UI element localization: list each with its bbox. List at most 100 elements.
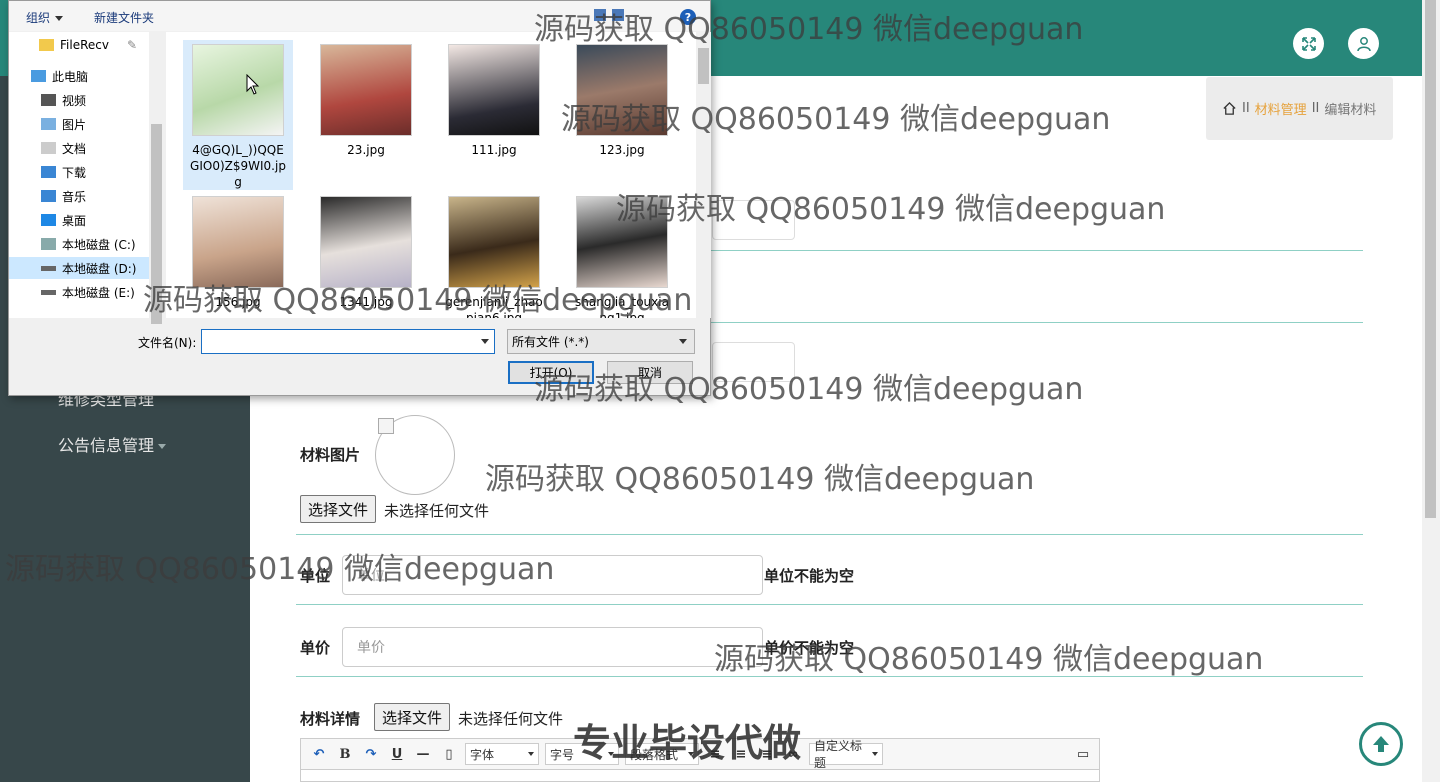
nav-item-drive-d[interactable]: 本地磁盘 (D:) [9,257,149,279]
file-item[interactable]: gerenjianli_zhaopian6.jpg [439,192,549,318]
scrollbar-thumb[interactable] [151,124,162,324]
drive-icon [41,265,56,271]
hidden-input-1[interactable] [712,200,795,240]
rich-editor-toolbar: ↶ B ↷ U — ▯ 字体 字号 段落格式 ≡ ≡ ≡ ∞ 自定义标题 ▭ [300,738,1100,770]
divider [296,534,1363,535]
open-button[interactable]: 打开(O) [508,361,594,384]
font-select[interactable]: 字体 [465,743,539,765]
drive-icon [41,238,56,250]
chevron-down-icon [688,752,694,756]
chevron-down-icon [872,752,878,756]
nav-item-label: 图片 [62,117,87,132]
undo-icon[interactable]: ↶ [309,744,329,764]
nav-item-videos[interactable]: 视频 [41,89,164,111]
image-file-button[interactable]: 选择文件 [300,495,377,523]
underline-icon[interactable]: U [387,744,407,764]
view-icon[interactable] [594,9,606,21]
view-options[interactable] [594,9,624,21]
detail-file-button[interactable]: 选择文件 [374,703,451,731]
image-preview [375,415,455,495]
image-thumbnail [320,196,412,288]
help-icon[interactable]: ? [680,9,696,25]
file-item[interactable]: 4@GQ)L_))QQEGIO0)Z$9WI0.jpg [183,40,293,190]
image-file-status: 未选择任何文件 [384,502,490,520]
link-icon[interactable]: ∞ [783,744,803,764]
unit-input[interactable]: 单位 [342,555,763,595]
music-icon [41,190,56,202]
page-icon[interactable]: ▯ [439,744,459,764]
new-folder-button[interactable]: 新建文件夹 [94,9,154,26]
format-select[interactable]: 段落格式 [625,743,699,765]
file-item[interactable]: shangjia_touxiang1.jpg [567,192,677,318]
page-scrollbar-thumb[interactable] [1425,0,1436,518]
rich-editor-area[interactable] [300,770,1100,782]
redo-icon[interactable]: ↷ [361,744,381,764]
user-button[interactable] [1348,28,1379,59]
nav-item-downloads[interactable]: 下载 [41,161,164,183]
bold-icon[interactable]: B [335,744,355,764]
fullscreen-button[interactable] [1293,28,1324,59]
back-to-top-button[interactable] [1359,722,1403,766]
hidden-input-2[interactable] [712,342,795,382]
file-item[interactable]: 156.jpg [183,192,293,310]
desktop-icon [41,214,56,226]
file-name: 4@GQ)L_))QQEGIO0)Z$9WI0.jpg [190,143,286,189]
preview-icon[interactable]: ▭ [1073,744,1093,764]
title-select[interactable]: 自定义标题 [809,739,883,770]
file-item[interactable]: 123.jpg [567,40,677,158]
price-hint: 单价不能为空 [764,639,855,657]
scrollbar-thumb[interactable] [698,48,709,84]
unit-hint: 单位不能为空 [764,567,855,585]
align-center-icon[interactable]: ≡ [731,744,751,764]
breadcrumb-separator: II [1311,101,1320,116]
organize-menu[interactable]: 组织 [26,9,64,26]
navigation-pane: FileRecv ✎ 此电脑 视频 图片 文档 下载 音乐 桌面 本地磁盘 (C:… [9,32,164,318]
video-icon [41,94,56,106]
nav-item-drive-c[interactable]: 本地磁盘 (C:) [41,233,164,255]
price-input[interactable]: 单价 [342,627,763,667]
nav-item-this-pc[interactable]: 此电脑 [31,65,164,87]
nav-item-filerecv[interactable]: FileRecv ✎ [39,34,164,56]
filename-input[interactable] [201,329,495,354]
image-thumbnail [192,196,284,288]
file-name: 123.jpg [599,143,645,157]
nav-item-label: 视频 [62,93,87,108]
broken-image-icon [378,418,394,434]
nav-item-label: 本地磁盘 (C:) [62,237,136,252]
navigation-scrollbar[interactable] [149,32,164,324]
size-select[interactable]: 字号 [545,743,619,765]
filetype-select[interactable]: 所有文件 (*.*) [507,329,695,354]
horizontal-rule-icon[interactable]: — [413,744,433,764]
preview-pane-icon[interactable] [612,9,624,21]
nav-item-pictures[interactable]: 图片 [41,113,164,135]
nav-item-label: 本地磁盘 (E:) [62,285,135,300]
arrow-up-icon [1373,736,1389,752]
nav-item-label: FileRecv [60,38,109,52]
cancel-button[interactable]: 取消 [607,361,693,384]
image-thumbnail [192,44,284,136]
file-name: 111.jpg [471,143,517,157]
nav-item-music[interactable]: 音乐 [41,185,164,207]
nav-item-drive-e[interactable]: 本地磁盘 (E:) [41,281,164,303]
align-right-icon[interactable]: ≡ [757,744,777,764]
caret-down-icon [158,444,167,449]
nav-item-desktop[interactable]: 桌面 [41,209,164,231]
picture-icon [41,118,56,130]
nav-item-documents[interactable]: 文档 [41,137,164,159]
chevron-down-icon[interactable] [481,339,489,344]
file-item[interactable]: 23.jpg [311,40,421,158]
home-icon[interactable] [1222,101,1237,116]
image-label: 材料图片 [300,446,361,464]
file-name: 156.jpg [215,295,261,309]
align-left-icon[interactable]: ≡ [705,744,725,764]
file-item[interactable]: 111.jpg [439,40,549,158]
expand-icon [1301,36,1316,51]
computer-icon [31,70,46,82]
breadcrumb-link-material[interactable]: 材料管理 [1255,99,1307,118]
folder-icon [39,39,54,51]
file-name: gerenjianli_zhaopian6.jpg [445,295,543,318]
filetype-value: 所有文件 (*.*) [512,335,589,349]
file-list-scrollbar[interactable] [696,32,711,318]
sidebar-item-notice[interactable]: 公告信息管理 [58,432,167,456]
file-item[interactable]: 1341.jpg [311,192,421,310]
